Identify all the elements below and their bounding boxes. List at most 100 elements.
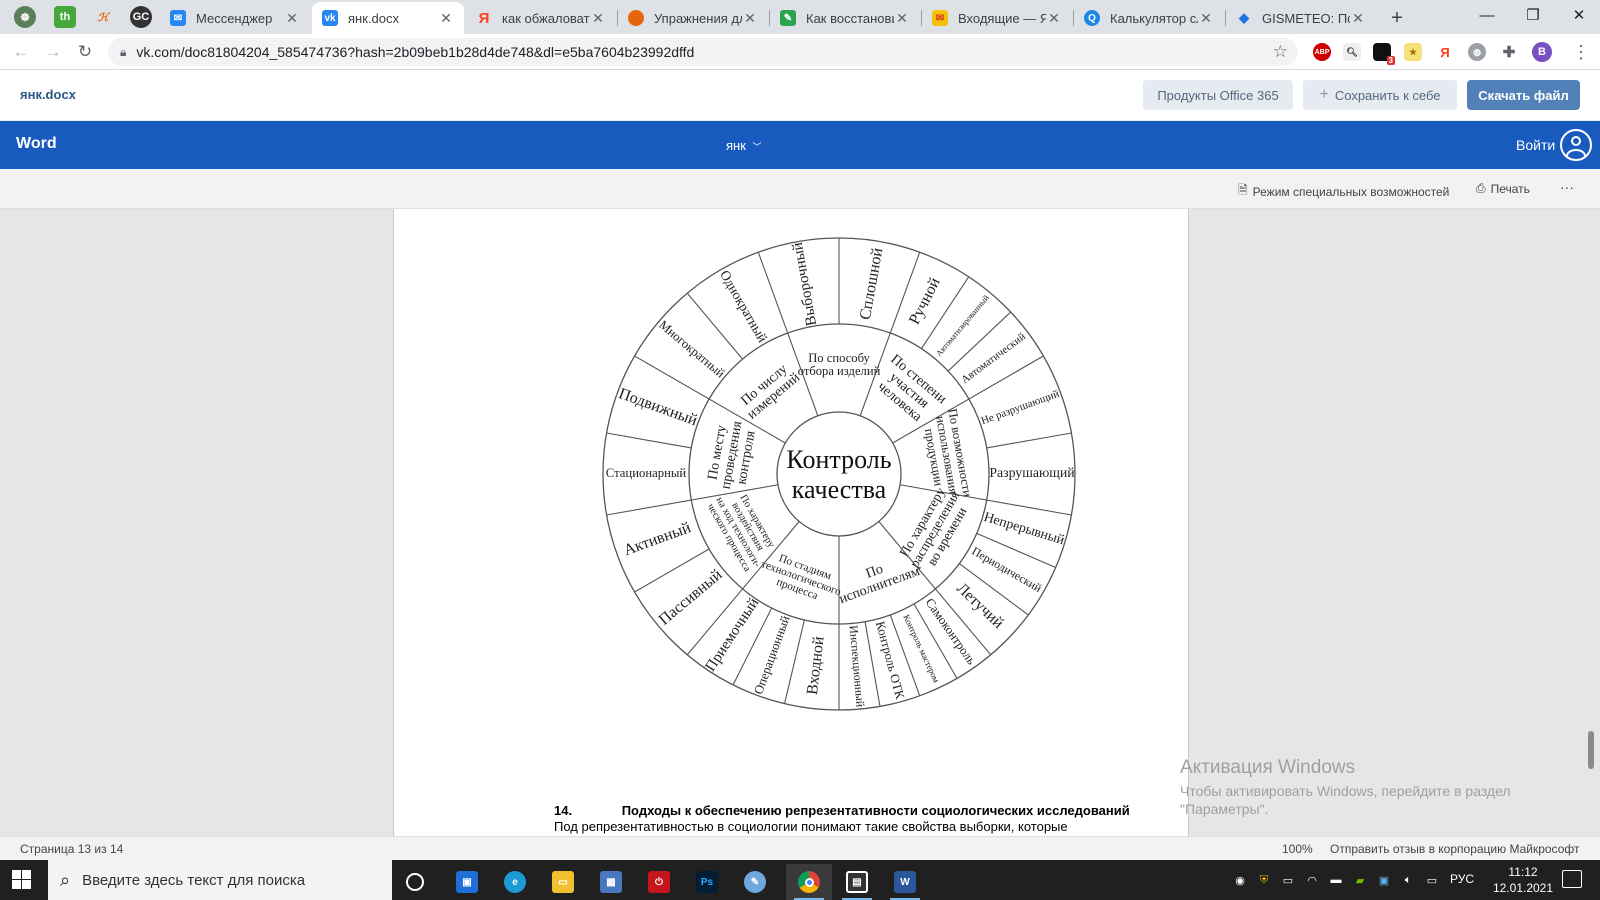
lock-icon[interactable]: 🔒︎ — [120, 45, 126, 60]
browser-tab[interactable]: Q Калькулятор сл ✕ — [1074, 2, 1224, 34]
profile-avatar[interactable]: В — [1532, 42, 1552, 62]
zoom-level[interactable]: 100% — [1282, 842, 1313, 856]
url-text[interactable]: vk.com/doc81804204_585474736?hash=2b09be… — [136, 44, 694, 60]
browser-tab-strip: ☸ th ℋ GC ✉ Мессенджер ✕ vk янк.docx ✕ Я… — [0, 0, 1600, 34]
quality-control-diagram: По способуотбора изделий Выборочный Сплошн… — [602, 237, 1076, 711]
windows-start-icon[interactable] — [12, 870, 32, 890]
print-label: Печать — [1490, 181, 1530, 196]
vertical-scrollbar-thumb[interactable] — [1588, 731, 1594, 769]
volume-icon[interactable]: 🔈︎ — [1400, 872, 1416, 888]
browser-menu-icon[interactable]: ⋮ — [1568, 39, 1594, 65]
close-tab-icon[interactable]: ✕ — [438, 10, 454, 27]
save-to-my-docs-button[interactable]: + Сохранить к себе — [1303, 80, 1457, 110]
taskbar-app-icon-active[interactable]: ▤ — [834, 864, 880, 900]
sign-in-link[interactable]: Войти — [1516, 137, 1555, 153]
print-button[interactable]: ⎙ Печать — [1476, 181, 1530, 196]
new-tab-button[interactable]: + — [1384, 5, 1410, 31]
close-tab-icon[interactable]: ✕ — [284, 10, 300, 27]
network-tray-icon[interactable]: ▣ — [1376, 872, 1392, 888]
pinned-tab-icon[interactable]: ☸ — [14, 6, 36, 28]
browser-tab[interactable]: ✉ Мессенджер ✕ — [160, 2, 310, 34]
taskbar-app-icon[interactable]: Ps — [684, 864, 730, 900]
restore-window-button[interactable]: ❐ — [1510, 0, 1556, 30]
classification-item: Приемочный — [702, 595, 763, 675]
paint-app-icon: ✎ — [744, 871, 766, 893]
taskbar-app-icon-active[interactable]: W — [882, 864, 928, 900]
input-language[interactable]: РУС — [1450, 872, 1474, 886]
bookmark-star-icon[interactable]: ☆ — [1273, 42, 1288, 62]
heading-text: Подходы к обеспечению репрезентативности… — [621, 803, 1130, 818]
browser-tab[interactable]: ✉ Входящие — Ян ✕ — [922, 2, 1072, 34]
extension-icon[interactable]: ★ — [1404, 43, 1422, 61]
close-tab-icon[interactable]: ✕ — [1350, 10, 1366, 27]
classification-item: Контроль ОТК — [873, 620, 907, 701]
taskbar-search-box[interactable]: ⌕ Введите здесь текст для поиска — [48, 860, 392, 900]
browser-tab-active[interactable]: vk янк.docx ✕ — [312, 2, 464, 34]
back-button[interactable]: ← — [8, 39, 34, 65]
yandex-extension-icon[interactable]: Я — [1436, 43, 1454, 61]
taskbar-app-icon[interactable]: ⏻ — [636, 864, 682, 900]
extension-icon[interactable]: 3 — [1373, 43, 1395, 65]
extensions-puzzle-icon[interactable]: ✚ — [1500, 43, 1518, 61]
document-page[interactable]: По способу отбора изделий Выборочный Сплошн… — [393, 209, 1189, 836]
task-view-button[interactable] — [392, 864, 438, 900]
feedback-link[interactable]: Отправить отзыв в корпорацию Майкрософт — [1330, 842, 1579, 856]
pinned-tab-icon[interactable]: th — [54, 6, 76, 28]
document-canvas[interactable]: По способу отбора изделий Выборочный Сплошн… — [0, 209, 1600, 836]
taskbar-app-icon[interactable]: e — [492, 864, 538, 900]
taskbar-app-icon[interactable]: ▦ — [588, 864, 634, 900]
sector-label-line: По способу — [808, 351, 870, 365]
minimize-window-button[interactable]: — — [1464, 0, 1510, 30]
clock[interactable]: 11:12 12.01.2021 — [1488, 864, 1558, 896]
sector-label-line: отбора изделий — [798, 364, 881, 378]
taskbar-app-icon[interactable]: ▣ — [444, 864, 490, 900]
pinned-tab-icon[interactable]: GC — [130, 6, 152, 28]
user-account-icon[interactable] — [1560, 129, 1592, 161]
nvidia-tray-icon[interactable]: ▰ — [1352, 872, 1368, 888]
adblock-extension-icon[interactable]: ABP — [1313, 43, 1331, 61]
taskbar-app-icon[interactable]: ▭ — [540, 864, 586, 900]
close-tab-icon[interactable]: ✕ — [894, 10, 910, 27]
search-extension-icon[interactable]: 🔍︎ — [1343, 43, 1361, 61]
taskbar-app-icon-active[interactable] — [786, 864, 832, 900]
word-app-name[interactable]: Word — [16, 135, 57, 153]
document-title[interactable]: янк ﹀ — [726, 138, 762, 153]
classification-item: Летучий — [953, 580, 1007, 632]
browser-tab[interactable]: Я как обжаловать ✕ — [466, 2, 616, 34]
close-tab-icon[interactable]: ✕ — [742, 10, 758, 27]
search-icon: ⌕ — [60, 869, 71, 890]
wifi-icon[interactable]: ◠ — [1304, 872, 1320, 888]
globe-extension-icon[interactable]: ◍ — [1468, 43, 1486, 61]
browser-tab[interactable]: ✎ Как восстанови ✕ — [770, 2, 920, 34]
reload-button[interactable]: ↻ — [72, 39, 98, 65]
pinned-tab-icon[interactable]: ℋ — [92, 6, 114, 28]
forward-button[interactable]: → — [40, 39, 66, 65]
keyboard-tray-icon[interactable]: ▭ — [1424, 872, 1440, 888]
close-tab-icon[interactable]: ✕ — [1046, 10, 1062, 27]
notifications-icon[interactable] — [1562, 870, 1582, 888]
browser-tab[interactable]: ◆ GISMETEO: Пого ✕ — [1226, 2, 1376, 34]
more-options-button[interactable]: ··· — [1560, 179, 1574, 195]
shield-tray-icon[interactable]: ⛨ — [1256, 872, 1272, 888]
photoshop-icon: Ps — [696, 871, 718, 893]
windows-activation-watermark: Активация Windows Чтобы активировать Win… — [1180, 757, 1511, 817]
classification-item: Входной — [804, 635, 828, 696]
site-icon: ✎ — [780, 10, 796, 26]
office-products-button[interactable]: Продукты Office 365 — [1143, 80, 1293, 110]
chrome-tray-icon[interactable]: ◉ — [1232, 872, 1248, 888]
close-window-button[interactable]: ✕ — [1556, 0, 1600, 30]
chevron-down-icon: ﹀ — [752, 142, 762, 152]
address-bar[interactable]: 🔒︎ vk.com/doc81804204_585474736?hash=2b0… — [108, 38, 1298, 66]
windows-taskbar: ⌕ Введите здесь текст для поиска ▣ e ▭ ▦… — [0, 860, 1600, 900]
download-file-button[interactable]: Скачать файл — [1467, 80, 1580, 110]
browser-tab[interactable]: Упражнения дл ✕ — [618, 2, 768, 34]
site-icon — [628, 10, 644, 26]
browser-toolbar: ← → ↻ 🔒︎ vk.com/doc81804204_585474736?ha… — [0, 34, 1600, 70]
taskbar-app-icon[interactable]: ✎ — [732, 864, 778, 900]
display-tray-icon[interactable]: ▭ — [1280, 872, 1296, 888]
accessibility-mode-button[interactable]: 🗎︎ Режим специальных возможностей — [1238, 181, 1449, 202]
close-tab-icon[interactable]: ✕ — [1198, 10, 1214, 27]
close-tab-icon[interactable]: ✕ — [590, 10, 606, 27]
classification-item: Подвижный — [616, 385, 700, 429]
battery-icon[interactable]: ▬ — [1328, 872, 1344, 888]
